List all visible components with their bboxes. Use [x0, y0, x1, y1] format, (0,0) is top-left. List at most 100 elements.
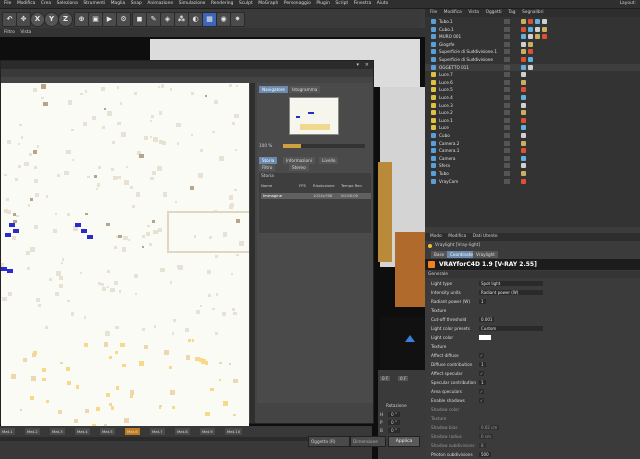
light-gizmo-icon[interactable]: [405, 335, 415, 342]
undo-icon[interactable]: ↶: [2, 12, 17, 27]
menu-script[interactable]: Script: [335, 0, 348, 8]
object-row[interactable]: Luce: [425, 124, 640, 131]
b-value[interactable]: 0 °: [388, 428, 401, 433]
menu-simulazione[interactable]: Simulazione: [179, 0, 206, 8]
visibility-toggle-icon[interactable]: [504, 64, 510, 70]
object-row[interactable]: OGGETTO 011: [425, 63, 640, 71]
material-swatch[interactable]: Mat.6: [125, 428, 140, 435]
object-row[interactable]: Luce.5: [425, 86, 640, 93]
visibility-toggle-icon[interactable]: [504, 26, 510, 32]
tag-icon[interactable]: [521, 26, 526, 32]
picture-viewer-titlebar[interactable]: ▾ ×: [1, 61, 373, 69]
tag-icon[interactable]: [528, 26, 533, 32]
tag-icon[interactable]: [521, 171, 526, 176]
object-row[interactable]: Camera.2: [425, 140, 640, 147]
attribute-value[interactable]: 0.001: [479, 317, 495, 322]
object-row[interactable]: Luce.1: [425, 117, 640, 124]
axis-y-button[interactable]: Y: [44, 12, 59, 27]
visibility-toggle-icon[interactable]: [504, 41, 510, 47]
tag-icon[interactable]: [528, 57, 533, 62]
object-mode-select[interactable]: Oggetto (R): [308, 436, 350, 447]
tab-livello[interactable]: Livello: [319, 157, 339, 164]
tag-icon[interactable]: [521, 148, 526, 154]
tag-icon[interactable]: [521, 125, 526, 131]
tag-icon[interactable]: [535, 34, 540, 40]
coord-system-icon[interactable]: ⊕: [74, 12, 89, 27]
am-menu-modo[interactable]: Modo: [430, 233, 442, 241]
tag-icon[interactable]: [521, 57, 526, 62]
om-menu-modifica[interactable]: Modifica: [444, 9, 462, 17]
tag-icon[interactable]: [521, 133, 526, 138]
om-menu-segnalibri[interactable]: Segnalibri: [522, 9, 544, 17]
menu-snap[interactable]: Snap: [131, 0, 142, 8]
tag-icon[interactable]: [521, 87, 526, 93]
attribute-value[interactable]: 1: [479, 299, 486, 304]
object-row[interactable]: MURO 001: [425, 33, 640, 40]
om-menu-oggetti[interactable]: Oggetti: [486, 9, 502, 17]
tag-icon[interactable]: [521, 64, 526, 70]
material-swatch[interactable]: Mat.3: [50, 428, 65, 435]
axis-x-button[interactable]: X: [30, 12, 45, 27]
object-row[interactable]: Luce.3: [425, 102, 640, 109]
menu-plugin[interactable]: Plugin: [316, 0, 329, 8]
tag-icon[interactable]: [542, 34, 547, 40]
deformer-icon[interactable]: ◐: [188, 12, 203, 27]
pen-icon[interactable]: ✎: [146, 12, 161, 27]
visibility-toggle-icon[interactable]: [504, 95, 510, 100]
light-icon[interactable]: ✷: [230, 12, 245, 27]
h-value[interactable]: 0 °: [388, 412, 401, 417]
checkbox[interactable]: ✓: [479, 353, 484, 358]
visibility-toggle-icon[interactable]: [504, 102, 510, 108]
material-swatch[interactable]: Mat.8: [175, 428, 190, 435]
checkbox[interactable]: ✓: [479, 389, 484, 394]
tag-icon[interactable]: [521, 41, 526, 47]
attribute-value[interactable]: Radiant power (W): [479, 290, 543, 295]
tab-stereo[interactable]: Stereo: [289, 164, 309, 171]
tag-icon[interactable]: [521, 117, 526, 123]
navigator-thumbnail[interactable]: [289, 97, 339, 135]
menu-maglia[interactable]: Maglia: [111, 0, 125, 8]
visibility-toggle-icon[interactable]: [504, 140, 510, 146]
tag-icon[interactable]: [528, 34, 533, 40]
tag-icon[interactable]: [542, 19, 547, 24]
menu-rendering[interactable]: Rendering: [211, 0, 233, 8]
minimize-icon[interactable]: ▾: [356, 62, 359, 68]
zoom-slider[interactable]: [283, 144, 365, 148]
tag-icon[interactable]: [521, 140, 526, 146]
visibility-toggle-icon[interactable]: [504, 72, 510, 78]
object-row[interactable]: Sfera: [425, 162, 640, 169]
material-swatch[interactable]: Mat.10: [225, 428, 243, 435]
cube-icon[interactable]: ◼: [132, 12, 147, 27]
object-row[interactable]: Superficie di Suddivisione.1: [425, 48, 640, 55]
am-menu-modifica[interactable]: Modifica: [448, 233, 466, 241]
render-settings-icon[interactable]: ⚙: [116, 12, 131, 27]
camera-icon[interactable]: ◉: [216, 12, 231, 27]
attribute-value[interactable]: 1: [479, 380, 486, 385]
color-swatch[interactable]: [479, 335, 491, 340]
visibility-toggle-icon[interactable]: [504, 133, 510, 138]
am-menu-dati-utente[interactable]: Dati Utente: [473, 233, 498, 241]
object-row[interactable]: Luce.4: [425, 94, 640, 101]
material-swatch[interactable]: Mat.2: [25, 428, 40, 435]
material-swatch[interactable]: Mat.5: [100, 428, 115, 435]
move-tool-icon[interactable]: ✥: [16, 12, 31, 27]
menu-animazione[interactable]: Animazione: [147, 0, 173, 8]
tab-filtro[interactable]: Filtro: [259, 164, 276, 171]
visibility-toggle-icon[interactable]: [504, 155, 510, 161]
render-view-icon[interactable]: ▶: [102, 12, 117, 27]
visibility-toggle-icon[interactable]: [504, 49, 510, 55]
tag-icon[interactable]: [535, 19, 540, 24]
material-swatch[interactable]: Mat.4: [75, 428, 90, 435]
attribute-value[interactable]: Spot light: [479, 281, 543, 286]
om-menu-vista[interactable]: Vista: [468, 9, 479, 17]
menu-file[interactable]: File: [4, 0, 11, 8]
tag-icon[interactable]: [521, 72, 526, 78]
menu-mograph[interactable]: MoGraph: [258, 0, 278, 8]
render-region-icon[interactable]: ▣: [88, 12, 103, 27]
menu-sculpt[interactable]: Sculpt: [239, 0, 253, 8]
visibility-toggle-icon[interactable]: [504, 178, 510, 184]
attribute-value[interactable]: 1: [479, 362, 486, 367]
object-row[interactable]: Luce.7: [425, 71, 640, 78]
tab-vraylight[interactable]: Vraylight: [473, 251, 498, 258]
visibility-toggle-icon[interactable]: [504, 110, 510, 116]
